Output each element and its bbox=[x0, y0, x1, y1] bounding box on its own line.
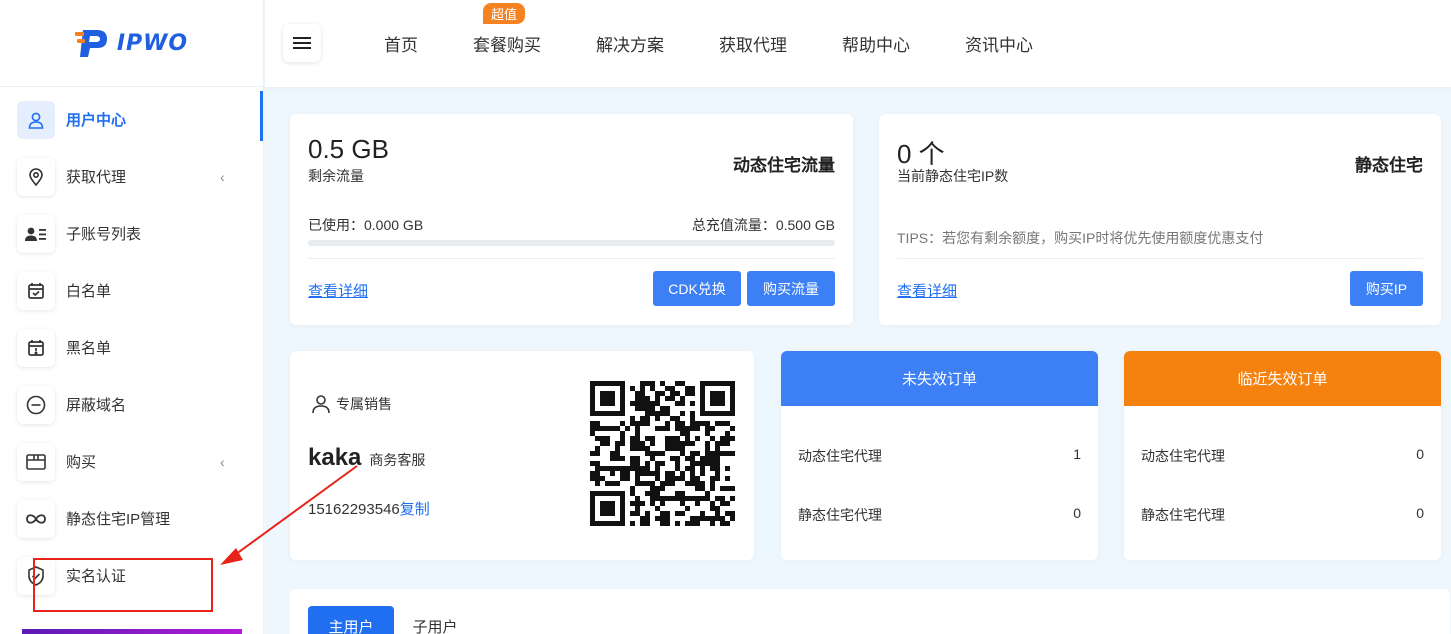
brand-logo-icon bbox=[74, 30, 107, 57]
brand-name: IPWO bbox=[116, 30, 189, 56]
sidebar-item-label: 白名单 bbox=[66, 283, 112, 300]
order-row-label: 动态住宅代理 bbox=[798, 448, 882, 464]
menu-toggle-button[interactable] bbox=[283, 24, 321, 62]
sidebar-item-label: 获取代理 bbox=[66, 169, 127, 186]
tab-main-user[interactable]: 主用户 bbox=[308, 606, 394, 634]
static-residential-card: 0 个 当前静态住宅IP数 静态住宅 TIPS：若您有剩余额度，购买IP时将优先… bbox=[879, 114, 1441, 325]
buy-traffic-button[interactable]: 购买流量 bbox=[747, 271, 835, 306]
sidebar-item-subaccounts[interactable]: 子账号列表 bbox=[0, 205, 263, 262]
active-orders-header: 未失效订单 bbox=[781, 351, 1098, 406]
buy-ip-button[interactable]: 购买IP bbox=[1350, 271, 1423, 306]
copy-phone-link[interactable]: 复制 bbox=[400, 501, 430, 518]
order-row: 动态住宅代理 0 bbox=[1141, 446, 1424, 466]
static-ip-count-label: 当前静态住宅IP数 bbox=[897, 168, 1009, 184]
chevron-left-icon: ‹ bbox=[220, 453, 225, 470]
order-row-value: 1 bbox=[1073, 446, 1081, 462]
sidebar-item-label: 子账号列表 bbox=[66, 226, 142, 243]
sales-title: 专属销售 bbox=[336, 396, 392, 412]
top-nav: 首页 超值 套餐购买 解决方案 获取代理 帮助中心 资讯中心 bbox=[384, 0, 1088, 87]
sidebar-item-user-center[interactable]: 用户中心 bbox=[0, 91, 263, 148]
chevron-left-icon: ‹ bbox=[220, 168, 225, 185]
sidebar-item-blocked-domains[interactable]: 屏蔽域名 bbox=[0, 376, 263, 433]
sidebar-nav: 用户中心 获取代理 ‹ 子账号列表 白名单 黑名单 屏蔽域名 购买 ‹ 静态住宅… bbox=[0, 87, 263, 604]
order-row-value: 0 bbox=[1073, 505, 1081, 521]
dedicated-sales-card: 专属销售 kaka 商务客服 15162293546复制 bbox=[290, 351, 754, 560]
infinity-icon bbox=[17, 499, 55, 538]
sales-name: kaka bbox=[308, 444, 362, 471]
box-icon bbox=[17, 442, 55, 481]
tips-text: TIPS：若您有剩余额度，购买IP时将优先使用额度优惠支付 bbox=[897, 230, 1264, 246]
sales-phone-row: 15162293546复制 bbox=[308, 498, 430, 519]
annotation-highlight-box bbox=[33, 558, 213, 612]
expiring-orders-card: 临近失效订单 动态住宅代理 0 静态住宅代理 0 bbox=[1124, 351, 1441, 560]
top-nav-label: 套餐购买 bbox=[473, 36, 541, 55]
sidebar: IPWO 用户中心 获取代理 ‹ 子账号列表 白名单 黑名单 屏蔽域名 购买 ‹… bbox=[0, 0, 264, 634]
divider bbox=[897, 258, 1423, 259]
top-nav-help-center[interactable]: 帮助中心 bbox=[842, 31, 910, 56]
qr-code bbox=[590, 381, 735, 526]
divider bbox=[308, 258, 835, 259]
order-row-value: 0 bbox=[1416, 446, 1424, 462]
order-row: 静态住宅代理 0 bbox=[798, 505, 1081, 525]
user-icon bbox=[17, 100, 55, 139]
sales-header: 专属销售 bbox=[310, 393, 392, 415]
card-title: 静态住宅 bbox=[1355, 156, 1423, 175]
sidebar-item-label: 购买 bbox=[66, 454, 97, 471]
sidebar-item-static-ip-management[interactable]: 静态住宅IP管理 bbox=[0, 490, 263, 547]
top-nav-packages[interactable]: 超值 套餐购买 bbox=[473, 3, 541, 56]
order-row-label: 动态住宅代理 bbox=[1141, 448, 1225, 464]
sales-role: 商务客服 bbox=[369, 452, 426, 468]
top-nav-solutions[interactable]: 解决方案 bbox=[596, 31, 664, 56]
card-title: 动态住宅流量 bbox=[733, 156, 835, 175]
promo-banner[interactable] bbox=[22, 629, 242, 634]
order-row: 静态住宅代理 0 bbox=[1141, 505, 1424, 525]
sidebar-item-blacklist[interactable]: 黑名单 bbox=[0, 319, 263, 376]
location-pin-icon bbox=[17, 157, 55, 196]
tab-sub-user[interactable]: 子用户 bbox=[410, 606, 460, 634]
view-details-link[interactable]: 查看详细 bbox=[308, 280, 368, 301]
minus-circle-icon bbox=[17, 385, 55, 424]
order-row-value: 0 bbox=[1416, 505, 1424, 521]
calendar-alert-icon bbox=[17, 328, 55, 367]
order-row-label: 静态住宅代理 bbox=[1141, 507, 1225, 523]
view-details-link[interactable]: 查看详细 bbox=[897, 280, 957, 301]
traffic-progress-bar bbox=[308, 240, 835, 246]
calendar-check-icon bbox=[17, 271, 55, 310]
sidebar-item-label: 静态住宅IP管理 bbox=[66, 511, 171, 528]
sidebar-item-whitelist[interactable]: 白名单 bbox=[0, 262, 263, 319]
sidebar-item-label: 黑名单 bbox=[66, 340, 112, 357]
sidebar-item-label: 屏蔽域名 bbox=[66, 397, 127, 414]
value-badge: 超值 bbox=[483, 3, 526, 24]
order-row-label: 静态住宅代理 bbox=[798, 507, 882, 523]
sidebar-item-get-proxy[interactable]: 获取代理 ‹ bbox=[0, 148, 263, 205]
expiring-orders-header: 临近失效订单 bbox=[1124, 351, 1441, 406]
sales-contact: kaka 商务客服 bbox=[308, 444, 425, 472]
top-nav-news-center[interactable]: 资讯中心 bbox=[965, 31, 1033, 56]
remaining-traffic-label: 剩余流量 bbox=[308, 168, 364, 184]
dynamic-traffic-card: 0.5 GB 剩余流量 动态住宅流量 已使用：0.000 GB 总充值流量：0.… bbox=[290, 114, 853, 325]
contacts-icon bbox=[17, 214, 55, 253]
hamburger-icon bbox=[293, 37, 311, 49]
sales-phone: 15162293546 bbox=[308, 501, 400, 518]
topbar: 首页 超值 套餐购买 解决方案 获取代理 帮助中心 资讯中心 bbox=[265, 0, 1451, 87]
top-nav-get-proxy[interactable]: 获取代理 bbox=[719, 31, 787, 56]
logo[interactable]: IPWO bbox=[0, 0, 263, 87]
person-icon bbox=[312, 395, 330, 414]
sidebar-item-purchase[interactable]: 购买 ‹ bbox=[0, 433, 263, 490]
order-row: 动态住宅代理 1 bbox=[798, 446, 1081, 466]
total-traffic: 总充值流量：0.500 GB bbox=[691, 217, 835, 233]
used-traffic: 已使用：0.000 GB bbox=[308, 217, 424, 233]
active-orders-card: 未失效订单 动态住宅代理 1 静态住宅代理 0 bbox=[781, 351, 1098, 560]
remaining-traffic-value: 0.5 GB bbox=[308, 134, 389, 164]
user-tabs: 主用户 子用户 bbox=[290, 589, 1450, 634]
top-nav-home[interactable]: 首页 bbox=[384, 31, 418, 56]
sidebar-item-label: 用户中心 bbox=[66, 112, 127, 129]
cdk-redeem-button[interactable]: CDK兑换 bbox=[653, 271, 741, 306]
